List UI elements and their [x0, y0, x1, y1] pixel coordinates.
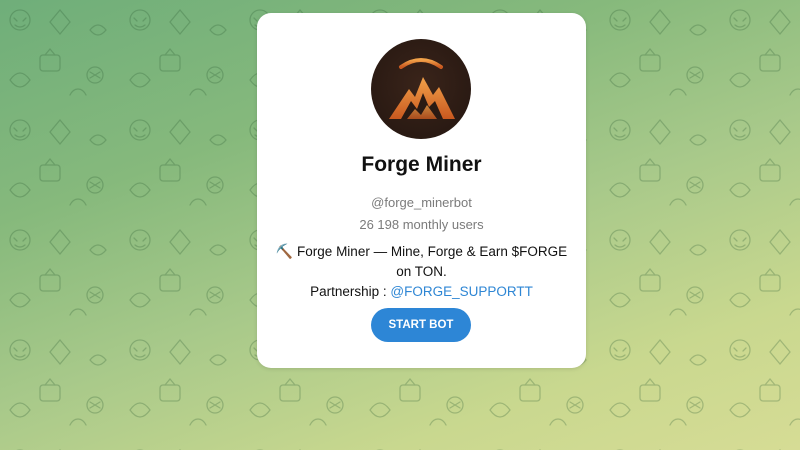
pickaxe-icon: ⛏️ — [275, 243, 294, 259]
partnership-line: Partnership : @FORGE_SUPPORTT — [271, 282, 572, 302]
monthly-users-count: 26 198 monthly users — [359, 217, 484, 232]
partnership-label: Partnership : — [310, 284, 387, 299]
mountain-pickaxe-logo-icon — [389, 58, 455, 119]
partnership-link[interactable]: @FORGE_SUPPORTT — [390, 284, 532, 299]
bot-name: Forge Miner — [361, 153, 482, 176]
description-line: ⛏️ Forge Miner — Mine, Forge & Earn $FOR… — [271, 241, 572, 282]
start-bot-button[interactable]: START BOT — [371, 308, 471, 342]
description-text: Forge Miner — Mine, Forge & Earn $FORGE … — [297, 244, 568, 279]
bot-info-card: Forge Miner @forge_minerbot 26 198 month… — [257, 13, 586, 368]
bot-avatar — [371, 39, 471, 139]
bot-description: ⛏️ Forge Miner — Mine, Forge & Earn $FOR… — [271, 241, 572, 302]
bot-username: @forge_minerbot — [371, 195, 472, 210]
